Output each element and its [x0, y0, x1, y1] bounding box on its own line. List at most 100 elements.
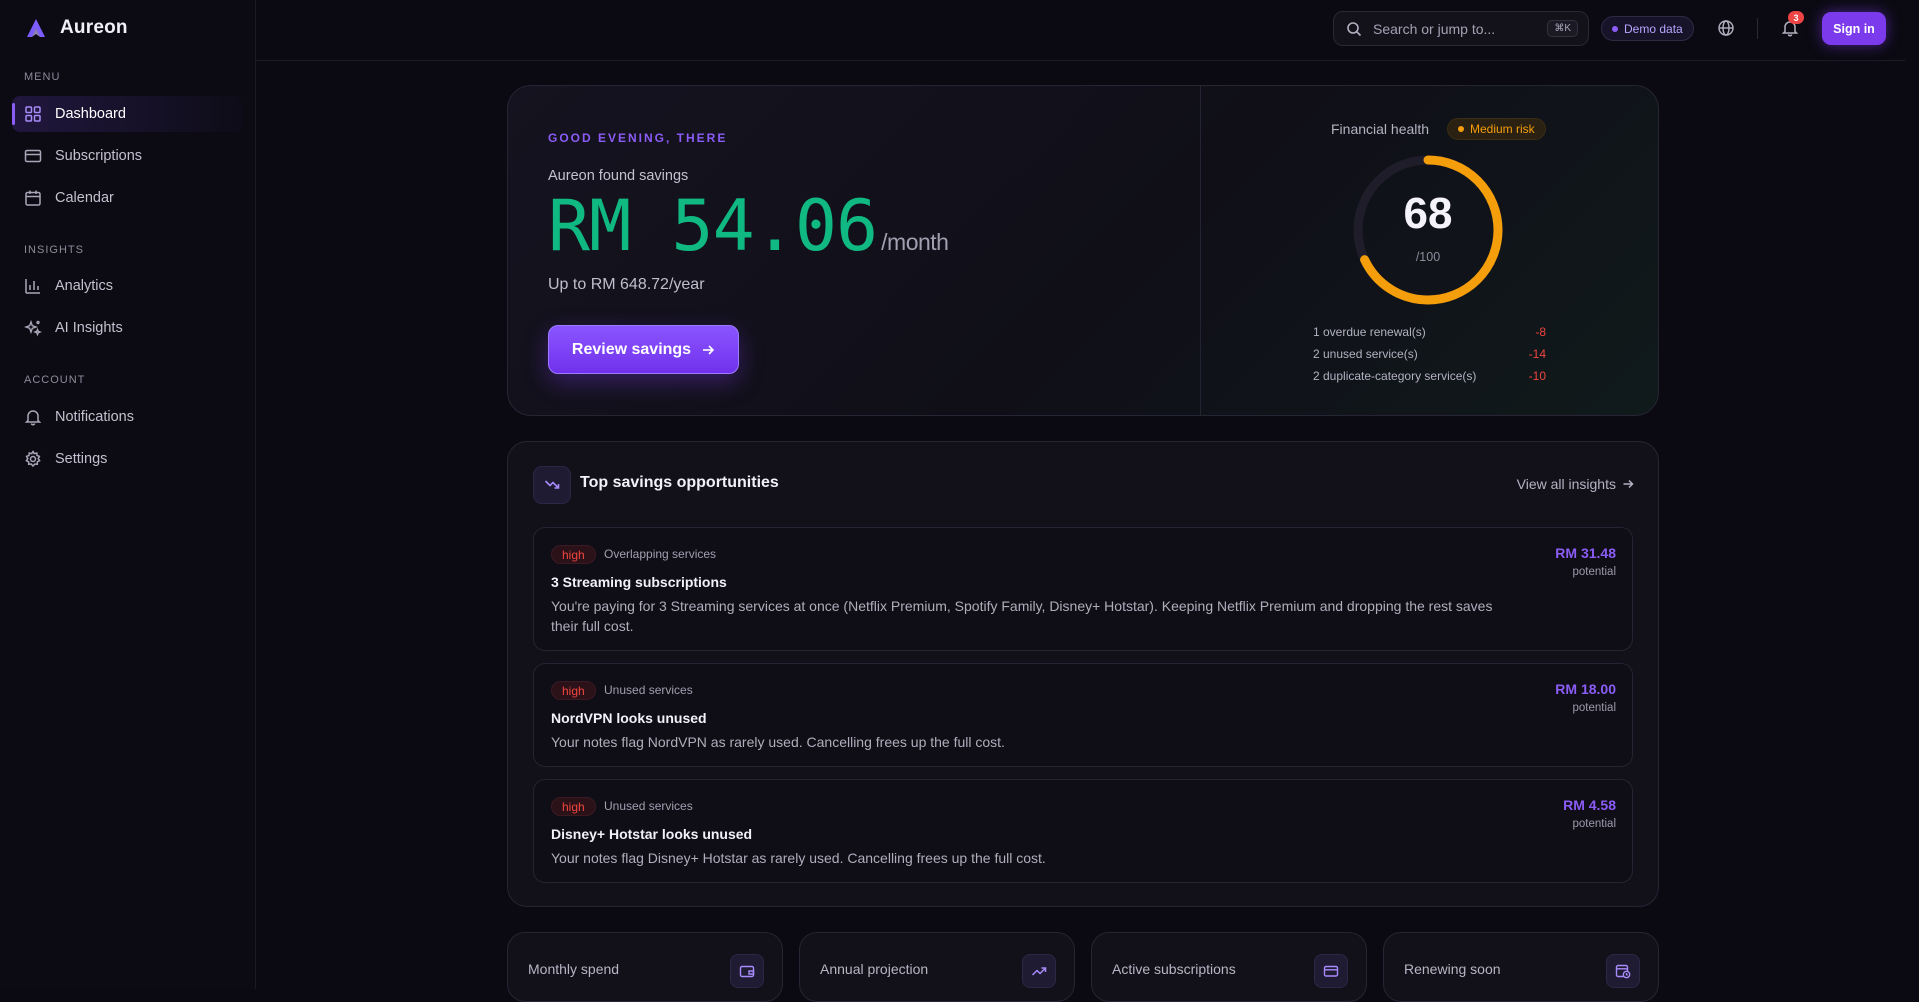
trend-down-icon [533, 466, 571, 504]
review-savings-button[interactable]: Review savings [548, 325, 739, 374]
savings-opportunities-card: Top savings opportunities View all insig… [507, 441, 1659, 907]
brand[interactable]: Aureon [24, 16, 128, 40]
savings-summary: GOOD EVENING, THERE Aureon found savings… [508, 86, 1201, 415]
severity-badge: high [551, 797, 596, 816]
financial-health-label: Financial health [1331, 121, 1430, 137]
savings-amount: RM 54.06 /month [548, 185, 949, 267]
view-all-label: View all insights [1516, 476, 1616, 492]
health-factor: 1 overdue renewal(s) -8 [1313, 325, 1546, 339]
opportunity-amount-label: potential [1572, 818, 1616, 830]
risk-label: Medium risk [1470, 122, 1535, 136]
sidebar: Aureon MENU Dashboard Subscriptions Cale… [0, 0, 256, 989]
gear-icon [25, 450, 41, 468]
trend-up-icon [1022, 954, 1056, 988]
stat-card-renewing-soon[interactable]: Renewing soon [1383, 932, 1659, 1002]
risk-dot [1458, 126, 1464, 132]
demo-data-label: Demo data [1624, 21, 1683, 36]
search-icon [1347, 21, 1362, 36]
sidebar-item-subscriptions[interactable]: Subscriptions [12, 138, 242, 174]
factor-label: 1 overdue renewal(s) [1313, 325, 1426, 339]
search-input[interactable] [1371, 19, 1539, 38]
sidebar-item-settings[interactable]: Settings [12, 441, 242, 477]
sidebar-item-notifications[interactable]: Notifications [12, 399, 242, 435]
opportunity-description: You're paying for 3 Streaming services a… [551, 598, 1493, 634]
found-savings-label: Aureon found savings [548, 168, 689, 184]
opportunity-amount: RM 18.00 [1555, 681, 1616, 697]
sidebar-item-label: Analytics [55, 278, 114, 294]
severity-badge: high [551, 545, 596, 564]
opportunity-title: 3 Streaming subscriptions [551, 574, 727, 590]
stat-label: Annual projection [820, 961, 929, 977]
financial-health: Financial health Medium risk 68 /100 1 o… [1200, 86, 1658, 415]
shortcut-hint: ⌘K [1547, 20, 1578, 37]
demo-data-badge[interactable]: Demo data [1601, 16, 1694, 41]
arrow-right-icon [1623, 479, 1634, 489]
opportunity-amount: RM 31.48 [1555, 545, 1616, 561]
calendar-icon [25, 190, 41, 206]
opportunity-category: Unused services [604, 799, 693, 813]
aureon-logo-icon [27, 19, 45, 37]
view-all-insights-link[interactable]: View all insights [1517, 476, 1634, 492]
stat-card-active-subscriptions[interactable]: Active subscriptions [1091, 932, 1367, 1002]
sidebar-item-dashboard[interactable]: Dashboard [12, 96, 242, 132]
opportunity-title: Disney+ Hotstar looks unused [551, 826, 753, 842]
opportunity-category: Unused services [604, 683, 693, 697]
sign-in-button[interactable]: Sign in [1822, 12, 1886, 45]
opportunity-description: Your notes flag NordVPN as rarely used. … [551, 734, 1005, 750]
sidebar-item-label: Settings [55, 451, 108, 467]
stat-label: Renewing soon [1404, 961, 1501, 977]
opportunity-title: NordVPN looks unused [551, 710, 707, 726]
section-label-menu: MENU [24, 71, 61, 83]
card-icon [1314, 954, 1348, 988]
opportunity-item[interactable]: high Unused services NordVPN looks unuse… [533, 663, 1633, 767]
section-label-account: ACCOUNT [24, 374, 86, 386]
yearly-savings: Up to RM 648.72/year [548, 276, 705, 293]
sidebar-item-label: Subscriptions [55, 148, 143, 164]
section-title: Top savings opportunities [580, 474, 779, 491]
bell-icon [24, 410, 42, 426]
bar-chart-icon [25, 279, 40, 294]
stat-card-annual-projection[interactable]: Annual projection [799, 932, 1075, 1002]
stat-card-monthly-spend[interactable]: Monthly spend [507, 932, 783, 1002]
hero-card: GOOD EVENING, THERE Aureon found savings… [507, 85, 1659, 416]
sidebar-item-label: AI Insights [55, 320, 123, 336]
sidebar-item-label: Dashboard [55, 106, 126, 122]
opportunity-item[interactable]: high Overlapping services 3 Streaming su… [533, 527, 1633, 651]
health-score: 68 [1403, 189, 1453, 238]
topbar-divider [1757, 18, 1758, 39]
sidebar-item-analytics[interactable]: Analytics [12, 268, 242, 304]
calendar-clock-icon [1606, 954, 1640, 988]
factor-value: -14 [1528, 347, 1546, 361]
opportunity-category: Overlapping services [604, 547, 717, 561]
section-label-insights: INSIGHTS [24, 244, 84, 256]
globe-icon[interactable] [1717, 19, 1735, 37]
opportunity-amount-label: potential [1572, 566, 1616, 578]
sparkles-icon [24, 319, 42, 337]
sidebar-item-calendar[interactable]: Calendar [12, 180, 242, 216]
notification-count-badge: 3 [1788, 11, 1804, 24]
opportunity-description: Your notes flag Disney+ Hotstar as rarel… [551, 850, 1046, 866]
risk-badge: Medium risk [1447, 118, 1546, 140]
scrollbar[interactable] [1905, 0, 1919, 989]
health-factor: 2 unused service(s) -14 [1313, 347, 1546, 361]
factor-value: -8 [1535, 325, 1546, 339]
stat-label: Monthly spend [528, 961, 620, 977]
brand-name: Aureon [60, 17, 128, 38]
opportunity-item[interactable]: high Unused services Disney+ Hotstar loo… [533, 779, 1633, 883]
severity-badge: high [551, 681, 596, 700]
card-icon [24, 149, 42, 163]
greeting: GOOD EVENING, THERE [548, 131, 728, 145]
stat-label: Active subscriptions [1112, 961, 1236, 977]
grid-icon [25, 106, 41, 122]
opportunity-amount: RM 4.58 [1563, 797, 1616, 813]
sidebar-item-label: Notifications [55, 409, 134, 425]
arrow-right-icon [703, 344, 715, 355]
sidebar-item-ai-insights[interactable]: AI Insights [12, 310, 242, 346]
health-score-max: /100 [1415, 250, 1441, 264]
sidebar-item-label: Calendar [55, 190, 114, 206]
status-dot [1612, 25, 1618, 32]
savings-amount-value: RM 54.06 [548, 185, 878, 267]
search-box[interactable]: ⌘K [1333, 11, 1589, 46]
factor-label: 2 duplicate-category service(s) [1313, 369, 1477, 383]
wallet-icon [730, 954, 764, 988]
